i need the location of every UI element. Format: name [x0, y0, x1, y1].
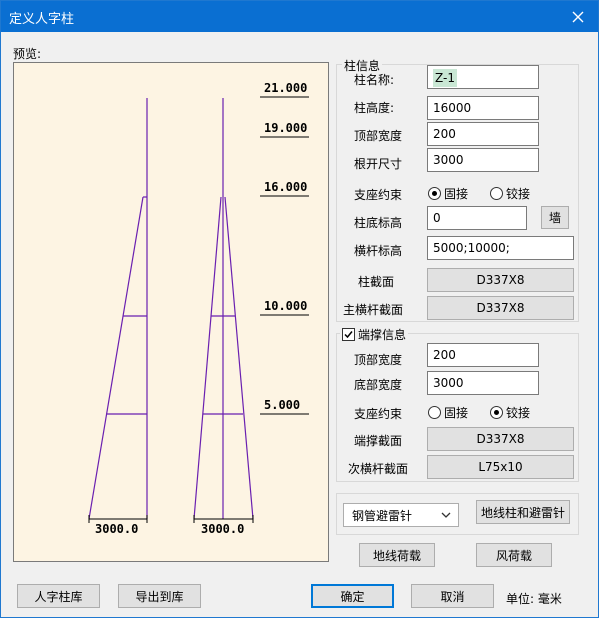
support-hinged-radio[interactable]: 铰接: [490, 185, 530, 202]
main-crossbar-section-button[interactable]: D337X8: [427, 296, 574, 320]
secondary-crossbar-button[interactable]: L75x10: [427, 455, 574, 479]
close-button[interactable]: [558, 1, 598, 32]
preview-label: 预览:: [13, 47, 42, 61]
brace-section-button[interactable]: D337X8: [427, 427, 574, 451]
right-left-leg: [193, 196, 222, 520]
column-section-label: 柱截面: [358, 275, 395, 289]
top-width-label: 顶部宽度: [354, 129, 403, 143]
brace-top-width-label: 顶部宽度: [354, 353, 403, 367]
unit-text: 单位: 毫米: [506, 592, 562, 606]
right-right-leg: [224, 196, 254, 520]
window-title: 定义人字柱: [9, 12, 75, 27]
base-elevation-label: 柱底标高: [354, 216, 403, 230]
svg-text:5.000: 5.000: [264, 398, 300, 412]
svg-text:16.000: 16.000: [264, 180, 307, 194]
brace-support-fixed-label: 固接: [444, 406, 469, 420]
svg-text:19.000: 19.000: [264, 121, 307, 135]
column-name-label: 柱名称:: [354, 73, 395, 87]
secondary-crossbar-label: 次横杆截面: [348, 462, 409, 476]
brace-top-width-field[interactable]: 200: [427, 343, 539, 367]
ground-wire-load-button[interactable]: 地线荷载: [359, 543, 435, 567]
title-bar: 定义人字柱: [1, 1, 598, 32]
radio-dot-selected: [428, 187, 441, 200]
define-herringbone-column-dialog: 定义人字柱 预览: 21.000 19.000 16.000 10.000 5.…: [0, 0, 599, 618]
elevation-marker: 19.000: [260, 121, 309, 138]
lightning-rod-type-select[interactable]: 钢管避雷针: [343, 503, 459, 527]
wall-button[interactable]: 墙: [541, 206, 569, 229]
brace-bottom-width-field[interactable]: 3000: [427, 371, 539, 395]
elevation-marker: 16.000: [260, 180, 309, 197]
svg-text:3000.0: 3000.0: [201, 522, 244, 536]
close-icon: [572, 11, 584, 22]
column-height-label: 柱高度:: [354, 101, 395, 115]
elevation-marker: 10.000: [260, 299, 309, 316]
base-elevation-field[interactable]: 0: [427, 206, 527, 230]
radio-dot: [428, 406, 441, 419]
brace-support-fixed-radio[interactable]: 固接: [428, 404, 468, 421]
radio-dot-selected: [490, 406, 503, 419]
end-brace-header: 端撑信息: [340, 326, 409, 343]
dimension-left: 3000.0: [88, 515, 148, 536]
svg-text:10.000: 10.000: [264, 299, 307, 313]
column-section-button[interactable]: D337X8: [427, 268, 574, 292]
main-crossbar-section-label: 主横杆截面: [343, 303, 404, 317]
radio-dot: [490, 187, 503, 200]
column-height-field[interactable]: 16000: [427, 96, 539, 120]
support-hinged-label: 铰接: [506, 187, 531, 201]
brace-bottom-width-label: 底部宽度: [354, 378, 403, 392]
elevation-marker: 5.000: [260, 398, 309, 415]
wind-load-button[interactable]: 风荷载: [476, 543, 552, 567]
lightning-rod-type-value: 钢管避雷针: [352, 508, 413, 523]
svg-text:21.000: 21.000: [264, 81, 307, 95]
crossbar-elevation-field[interactable]: 5000;10000;: [427, 236, 574, 260]
base-spacing-label: 根开尺寸: [354, 157, 403, 171]
top-width-field[interactable]: 200: [427, 122, 539, 146]
chevron-down-icon: [441, 512, 451, 518]
brace-section-label: 端撑截面: [354, 434, 403, 448]
export-to-library-button[interactable]: 导出到库: [118, 584, 201, 608]
support-constraint-label: 支座约束: [354, 188, 403, 202]
base-spacing-field[interactable]: 3000: [427, 148, 539, 172]
crossbar-elevation-label: 横杆标高: [354, 244, 403, 258]
brace-support-hinged-radio[interactable]: 铰接: [490, 404, 530, 421]
checkmark-icon: [344, 331, 353, 339]
ground-wire-column-lightning-button[interactable]: 地线柱和避雷针: [476, 500, 570, 524]
end-brace-checkbox[interactable]: [342, 328, 355, 341]
elevation-marker: 21.000: [260, 81, 309, 98]
brace-support-hinged-label: 铰接: [506, 406, 531, 420]
column-name-field[interactable]: Z-1: [427, 65, 539, 89]
support-fixed-label: 固接: [444, 187, 469, 201]
herringbone-drawing: 21.000 19.000 16.000 10.000 5.000 3000.0…: [88, 81, 309, 536]
ok-button[interactable]: 确定: [311, 584, 394, 608]
end-brace-title: 端撑信息: [358, 328, 407, 342]
svg-text:3000.0: 3000.0: [95, 522, 138, 536]
left-inclined-leg: [88, 196, 144, 520]
preview-canvas: 21.000 19.000 16.000 10.000 5.000 3000.0…: [13, 62, 329, 562]
column-library-button[interactable]: 人字柱库: [17, 584, 100, 608]
column-name-value: Z-1: [433, 69, 457, 87]
cancel-button[interactable]: 取消: [411, 584, 494, 608]
support-fixed-radio[interactable]: 固接: [428, 185, 468, 202]
brace-support-constraint-label: 支座约束: [354, 407, 403, 421]
